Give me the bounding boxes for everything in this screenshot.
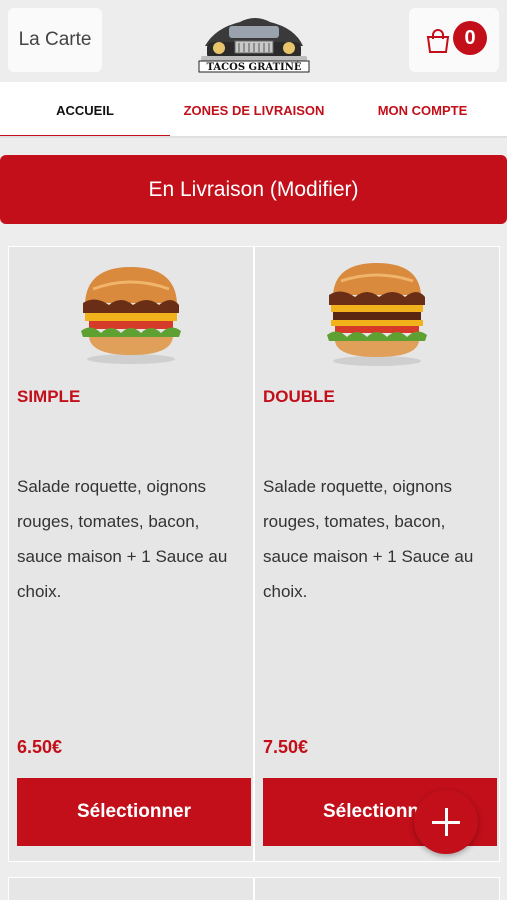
- product-name: DOUBLE: [263, 387, 335, 406]
- tab-zones-de-livraison[interactable]: ZONES DE LIVRAISON: [170, 82, 338, 138]
- product-description: Salade roquette, oignons rouges, tomates…: [263, 477, 474, 601]
- svg-text:TACOS GRATINÉ: TACOS GRATINÉ: [207, 61, 302, 73]
- cart-button[interactable]: 0: [409, 8, 499, 72]
- main-tabs: ACCUEIL ZONES DE LIVRAISON MON COMPTE: [0, 82, 507, 138]
- tab-accueil[interactable]: ACCUEIL: [0, 82, 170, 138]
- product-card[interactable]: SIMPLE Salade roquette, oignons rouges, …: [8, 246, 254, 862]
- product-card[interactable]: [254, 877, 500, 900]
- cart-count-badge: 0: [453, 21, 487, 55]
- product-card[interactable]: [8, 877, 254, 900]
- product-price: 6.50€: [17, 737, 63, 757]
- add-fab-button[interactable]: [414, 790, 478, 854]
- app-header: La Carte TACOS GRATINÉ 0: [0, 0, 507, 82]
- menu-button[interactable]: La Carte: [8, 8, 102, 72]
- product-description: Salade roquette, oignons rouges, tomates…: [17, 477, 228, 601]
- product-name: SIMPLE: [17, 387, 81, 406]
- burger-image: [81, 267, 181, 364]
- tacos-gratine-logo[interactable]: TACOS GRATINÉ: [195, 8, 313, 74]
- tabs-divider: [0, 136, 507, 138]
- shopping-bag-icon: [426, 29, 450, 53]
- select-button[interactable]: Sélectionner: [17, 778, 251, 846]
- delivery-mode-button[interactable]: En Livraison (Modifier): [0, 155, 507, 224]
- product-card[interactable]: DOUBLE Salade roquette, oignons rouges, …: [254, 246, 500, 862]
- double-burger-image: [327, 263, 427, 366]
- product-price: 7.50€: [263, 737, 309, 757]
- tab-mon-compte[interactable]: MON COMPTE: [338, 82, 507, 138]
